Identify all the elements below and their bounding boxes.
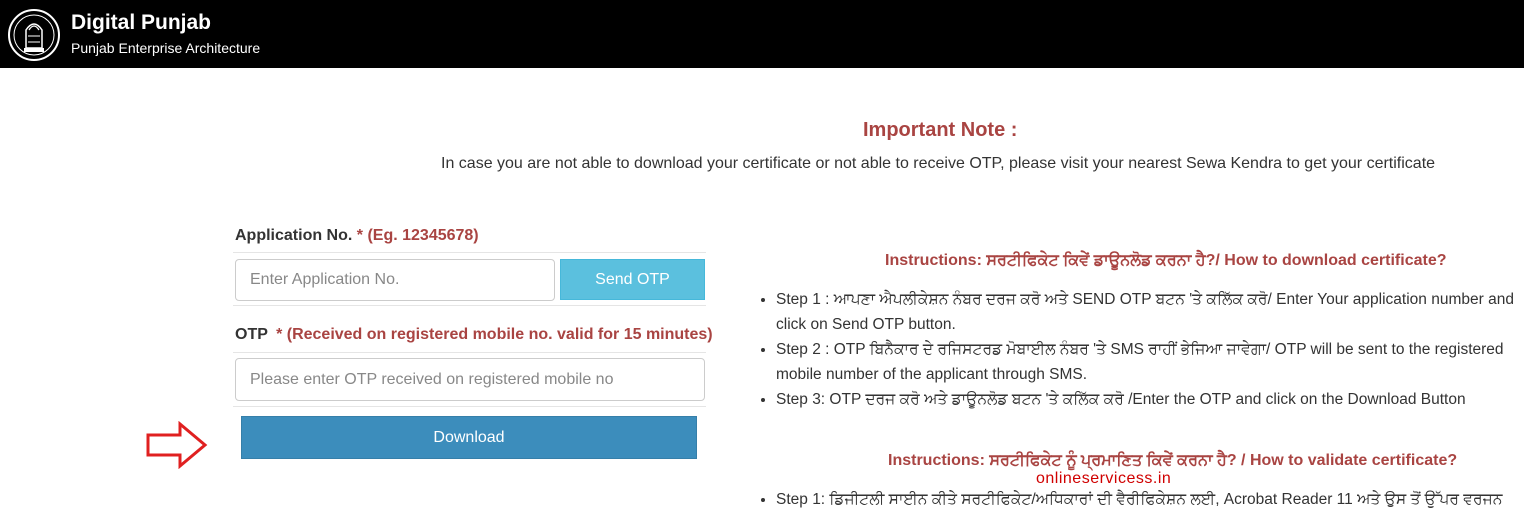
application-required-hint: * (Eg. 12345678) [356,227,479,244]
application-label-text: Application No. [235,227,353,244]
list-item: Step 1: ਡਿਜੀਟਲੀ ਸਾਈਨ ਕੀਤੇ ਸਰਟੀਫਿਕੇਟ/ਅਧਿਕ… [776,487,1524,512]
otp-label: OTP * (Received on registered mobile no.… [235,326,713,344]
send-otp-button[interactable]: Send OTP [560,259,705,300]
download-steps-list: Step 1 : ਆਪਣਾ ਐਪਲੀਕੇਸ਼ਨ ਨੰਬਰ ਦਰਜ ਕਰੋ ਅਤੇ… [760,287,1524,412]
list-item: Step 2 : OTP ਬਿਨੈਕਾਰ ਦੇ ਰਜਿਸਟਰਡ ਮੋਬਾਈਲ ਨ… [776,337,1524,387]
validate-steps-list: Step 1: ਡਿਜੀਟਲੀ ਸਾਈਨ ਕੀਤੇ ਸਰਟੀਫਿਕੇਟ/ਅਧਿਕ… [760,487,1524,512]
divider [233,352,706,353]
site-header: Digital Punjab Punjab Enterprise Archite… [0,0,1524,68]
otp-input[interactable] [235,358,705,401]
application-number-input[interactable] [235,259,555,301]
download-button[interactable]: Download [241,416,697,459]
otp-label-text: OTP [235,326,268,343]
otp-required-hint: * (Received on registered mobile no. val… [276,326,713,343]
arrow-right-icon [146,421,208,469]
state-emblem-icon [8,9,60,61]
divider [233,305,706,306]
list-item: Step 3: OTP ਦਰਜ ਕਰੋ ਅਤੇ ਡਾਊਨਲੋਡ ਬਟਨ 'ਤੇ … [776,387,1524,412]
watermark: onlineservicess.in [1036,470,1172,487]
divider [233,252,706,253]
list-item: Step 1 : ਆਪਣਾ ਐਪਲੀਕੇਸ਼ਨ ਨੰਬਰ ਦਰਜ ਕਰੋ ਅਤੇ… [776,287,1524,337]
important-note-text: In case you are not able to download you… [441,155,1436,172]
divider [233,406,706,407]
important-note-title: Important Note : [863,119,1018,141]
validate-instructions-title: Instructions: ਸਰਟੀਫਿਕੇਟ ਨੂੰ ਪ੍ਰਮਾਣਿਤ ਕਿਵ… [888,452,1458,469]
brand-title: Digital Punjab [71,11,212,34]
application-number-label: Application No. * (Eg. 12345678) [235,227,479,245]
download-instructions-title: Instructions: ਸਰਟੀਫਿਕੇਟ ਕਿਵੇਂ ਡਾਊਨਲੋਡ ਕਰ… [885,252,1447,269]
brand-subtitle: Punjab Enterprise Architecture [71,40,261,56]
